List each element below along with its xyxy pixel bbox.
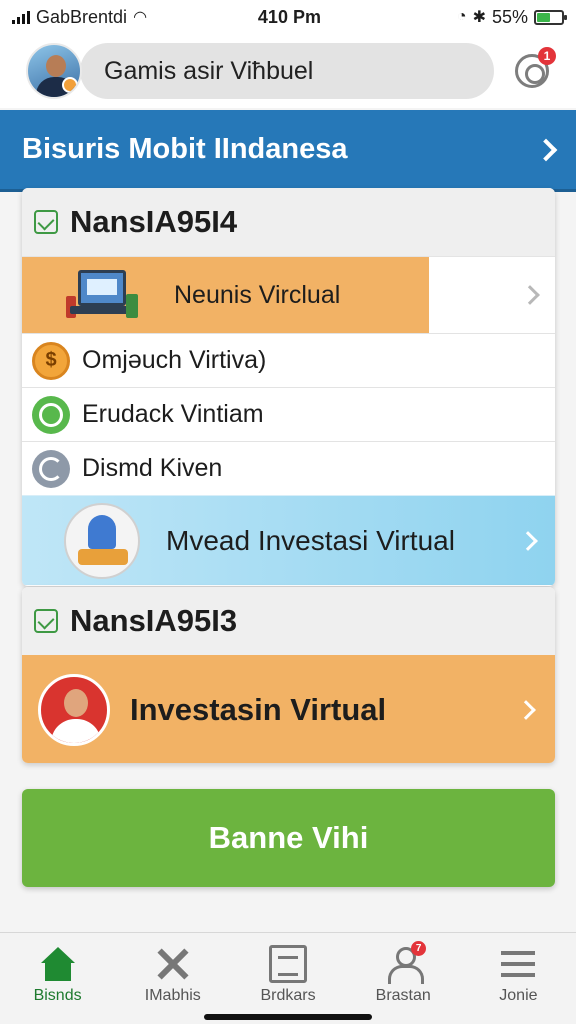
tab-tools[interactable]: IMabhis bbox=[115, 933, 230, 1024]
battery-icon bbox=[534, 9, 567, 25]
tools-icon bbox=[154, 945, 192, 983]
list-item[interactable]: $ Omjəuch Virtiva) bbox=[22, 333, 555, 387]
search-input[interactable]: Gamis asir Viħbuel bbox=[80, 43, 494, 99]
tab-badge: 7 bbox=[411, 941, 427, 956]
card-title: NansIA95I3 bbox=[70, 603, 238, 638]
tab-menu[interactable]: Jonie bbox=[461, 933, 576, 1024]
promo-label: Mvead Investasi Virtual bbox=[166, 524, 455, 556]
bluetooth-icon: ✱ bbox=[472, 9, 486, 26]
chevron-right-icon bbox=[516, 700, 536, 720]
list-item-label: Dismd Kiven bbox=[82, 454, 223, 482]
bottom-tab-bar: Bisnds IMabhis Brdkars 7 Brastan Jonie bbox=[0, 932, 576, 1024]
tab-label: Jonie bbox=[499, 987, 538, 1004]
home-icon bbox=[39, 945, 77, 983]
banner-title: Bisuris Mobit IIndanesa bbox=[22, 133, 348, 165]
list-item-label: Erudack Vintiam bbox=[82, 400, 264, 428]
tab-label: Brdkars bbox=[260, 987, 316, 1004]
document-icon bbox=[269, 945, 307, 983]
chart-icon bbox=[34, 609, 58, 633]
tab-home[interactable]: Bisnds bbox=[0, 933, 115, 1024]
laptop-icon bbox=[66, 266, 138, 324]
notification-badge: 1 bbox=[538, 47, 556, 65]
featured-row[interactable]: Neunis Virclual bbox=[22, 256, 555, 333]
home-indicator bbox=[204, 1014, 372, 1020]
primary-action-button[interactable]: Banne Vihi bbox=[22, 789, 555, 887]
business-banner[interactable]: Bisuris Mobit IIndanesa bbox=[0, 110, 576, 192]
promo-label: Investasin Virtual bbox=[130, 692, 387, 727]
refresh-icon bbox=[32, 449, 70, 488]
chevron-right-icon bbox=[518, 530, 538, 551]
list-item-label: Omjəuch Virtiva) bbox=[82, 346, 267, 374]
top-bar: Gamis asir Viħbuel 1 bbox=[0, 34, 576, 108]
chevron-right-icon bbox=[520, 285, 540, 305]
battery-percent: 55% bbox=[491, 6, 528, 27]
tab-label: IMabhis bbox=[144, 987, 201, 1004]
list-item[interactable]: Erudack Vintiam bbox=[22, 387, 555, 441]
primary-action-label: Banne Vihi bbox=[208, 820, 369, 855]
search-icon bbox=[32, 395, 70, 434]
clock: 410 Pm bbox=[257, 6, 321, 27]
investment-icon bbox=[64, 502, 140, 579]
card-header: NansIA95I4 bbox=[22, 188, 555, 256]
card-title: NansIA95I4 bbox=[70, 204, 238, 239]
tab-label: Brastan bbox=[375, 987, 431, 1004]
carrier-label: GabBrentdi bbox=[36, 6, 128, 27]
virtual-investment-row[interactable]: Investasin Virtual bbox=[22, 655, 555, 763]
tab-profile[interactable]: 7 Brastan bbox=[346, 933, 461, 1024]
avatar[interactable] bbox=[26, 43, 82, 99]
search-text: Gamis asir Viħbuel bbox=[104, 56, 314, 85]
battery-fill bbox=[537, 12, 551, 22]
settings-button[interactable]: 1 bbox=[510, 47, 556, 93]
signal-icon bbox=[12, 10, 30, 24]
alarm-icon: ◔ bbox=[456, 8, 467, 25]
coin-icon bbox=[62, 77, 78, 93]
chevron-right-icon bbox=[534, 138, 558, 161]
featured-label: Neunis Virclual bbox=[174, 280, 341, 309]
portfolio-card-1: NansIA95I4 Neunis Virclual $ Omjəuch Vir… bbox=[22, 188, 555, 586]
virtual-investment-row[interactable]: Mvead Investasi Virtual bbox=[22, 495, 555, 585]
list-item[interactable]: Dismd Kiven bbox=[22, 441, 555, 495]
status-bar: GabBrentdi ◠ 410 Pm ◔ ✱ 55% bbox=[0, 0, 576, 34]
coin-icon: $ bbox=[32, 341, 70, 380]
user-icon: 7 bbox=[384, 941, 427, 984]
person-icon bbox=[38, 674, 110, 746]
card-header: NansIA95I3 bbox=[22, 587, 555, 655]
menu-icon bbox=[499, 945, 537, 983]
chart-icon bbox=[34, 210, 58, 234]
tab-label: Bisnds bbox=[33, 987, 82, 1004]
wifi-icon: ◠ bbox=[133, 9, 148, 26]
portfolio-card-2: NansIA95I3 Investasin Virtual bbox=[22, 587, 555, 763]
tab-documents[interactable]: Brdkars bbox=[230, 933, 345, 1024]
